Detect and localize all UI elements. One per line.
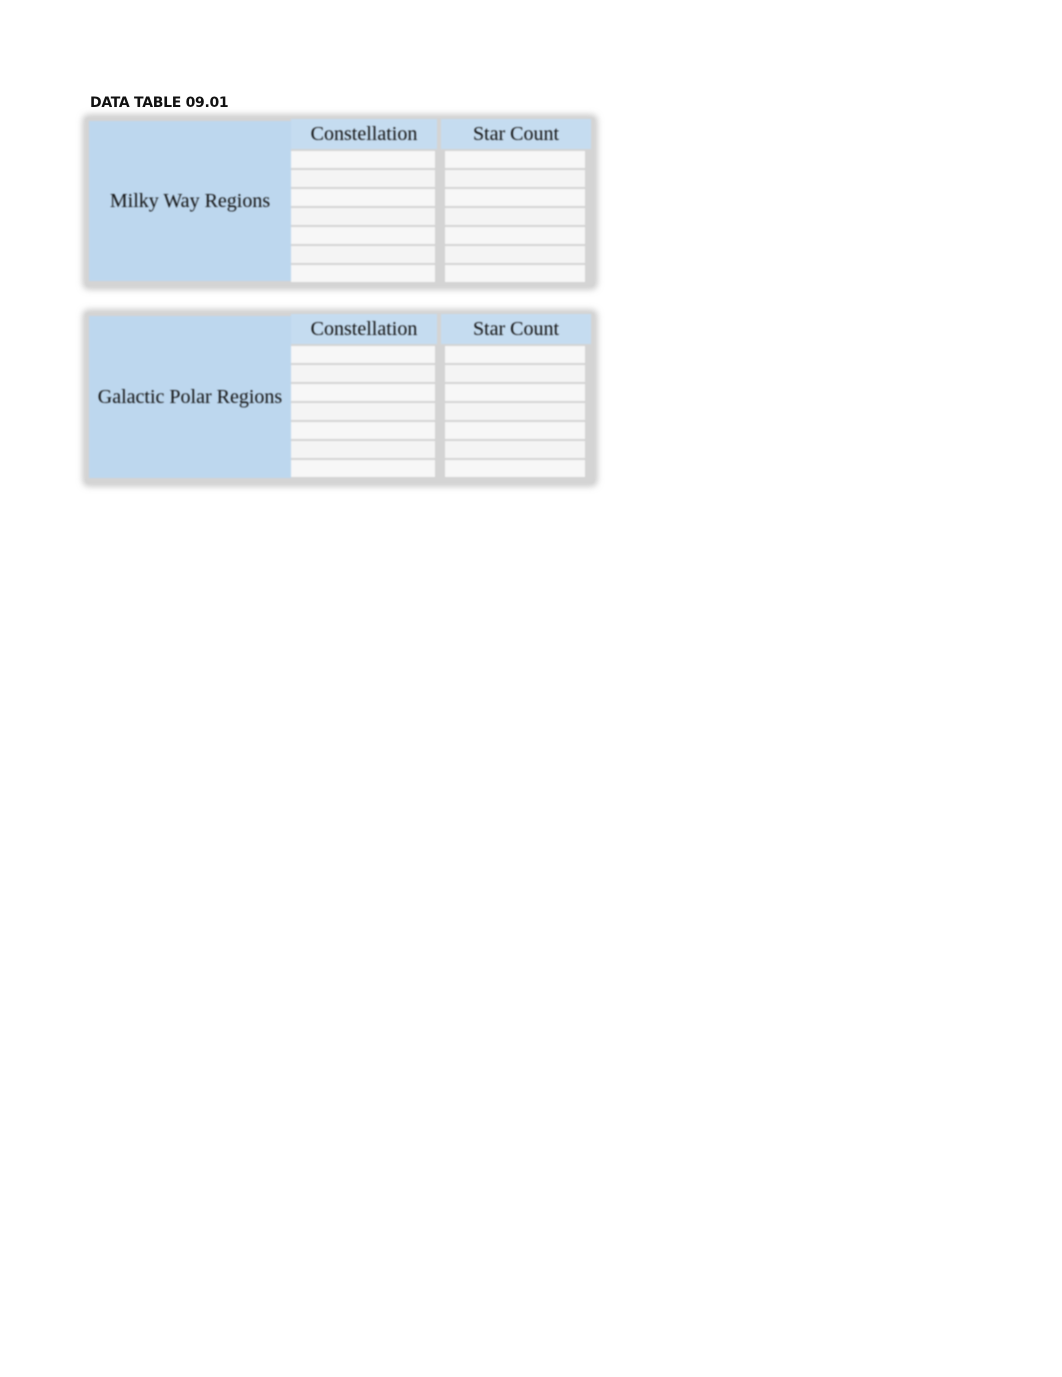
- table-cell[interactable]: [291, 441, 435, 458]
- table-cell[interactable]: [291, 460, 435, 477]
- constellation-column: [291, 346, 435, 477]
- table-cell[interactable]: [445, 460, 585, 477]
- table-caption: DATA TABLE 09.01: [90, 95, 229, 111]
- table-cell[interactable]: [291, 384, 435, 401]
- column-header-star-count: Star Count: [441, 119, 591, 149]
- table-cell[interactable]: [445, 246, 585, 263]
- table-cell[interactable]: [445, 208, 585, 225]
- table-cell[interactable]: [445, 346, 585, 363]
- table-cell[interactable]: [445, 151, 585, 168]
- table-cell[interactable]: [445, 384, 585, 401]
- table-cell[interactable]: [445, 403, 585, 420]
- table-cell[interactable]: [291, 170, 435, 187]
- table-cell[interactable]: [445, 170, 585, 187]
- table-cell[interactable]: [445, 365, 585, 382]
- table-cell[interactable]: [445, 422, 585, 439]
- constellation-column: [291, 151, 435, 282]
- table-cell[interactable]: [445, 189, 585, 206]
- table-cell[interactable]: [291, 246, 435, 263]
- region-label: Milky Way Regions: [89, 121, 291, 281]
- table-cell[interactable]: [291, 227, 435, 244]
- milky-way-table: Milky Way Regions Constellation Star Cou…: [85, 117, 595, 287]
- table-cell[interactable]: [291, 208, 435, 225]
- table-cell[interactable]: [445, 265, 585, 282]
- column-header-star-count: Star Count: [441, 314, 591, 344]
- table-cell[interactable]: [291, 422, 435, 439]
- galactic-polar-table: Galactic Polar Regions Constellation Sta…: [85, 312, 595, 484]
- table-cell[interactable]: [291, 189, 435, 206]
- star-count-column: [445, 151, 585, 282]
- table-cell[interactable]: [291, 346, 435, 363]
- column-header-constellation: Constellation: [291, 119, 437, 149]
- column-header-constellation: Constellation: [291, 314, 437, 344]
- table-cell[interactable]: [291, 365, 435, 382]
- table-cell[interactable]: [291, 265, 435, 282]
- region-label: Galactic Polar Regions: [89, 316, 291, 478]
- star-count-column: [445, 346, 585, 477]
- table-cell[interactable]: [291, 403, 435, 420]
- table-cell[interactable]: [291, 151, 435, 168]
- table-cell[interactable]: [445, 227, 585, 244]
- table-cell[interactable]: [445, 441, 585, 458]
